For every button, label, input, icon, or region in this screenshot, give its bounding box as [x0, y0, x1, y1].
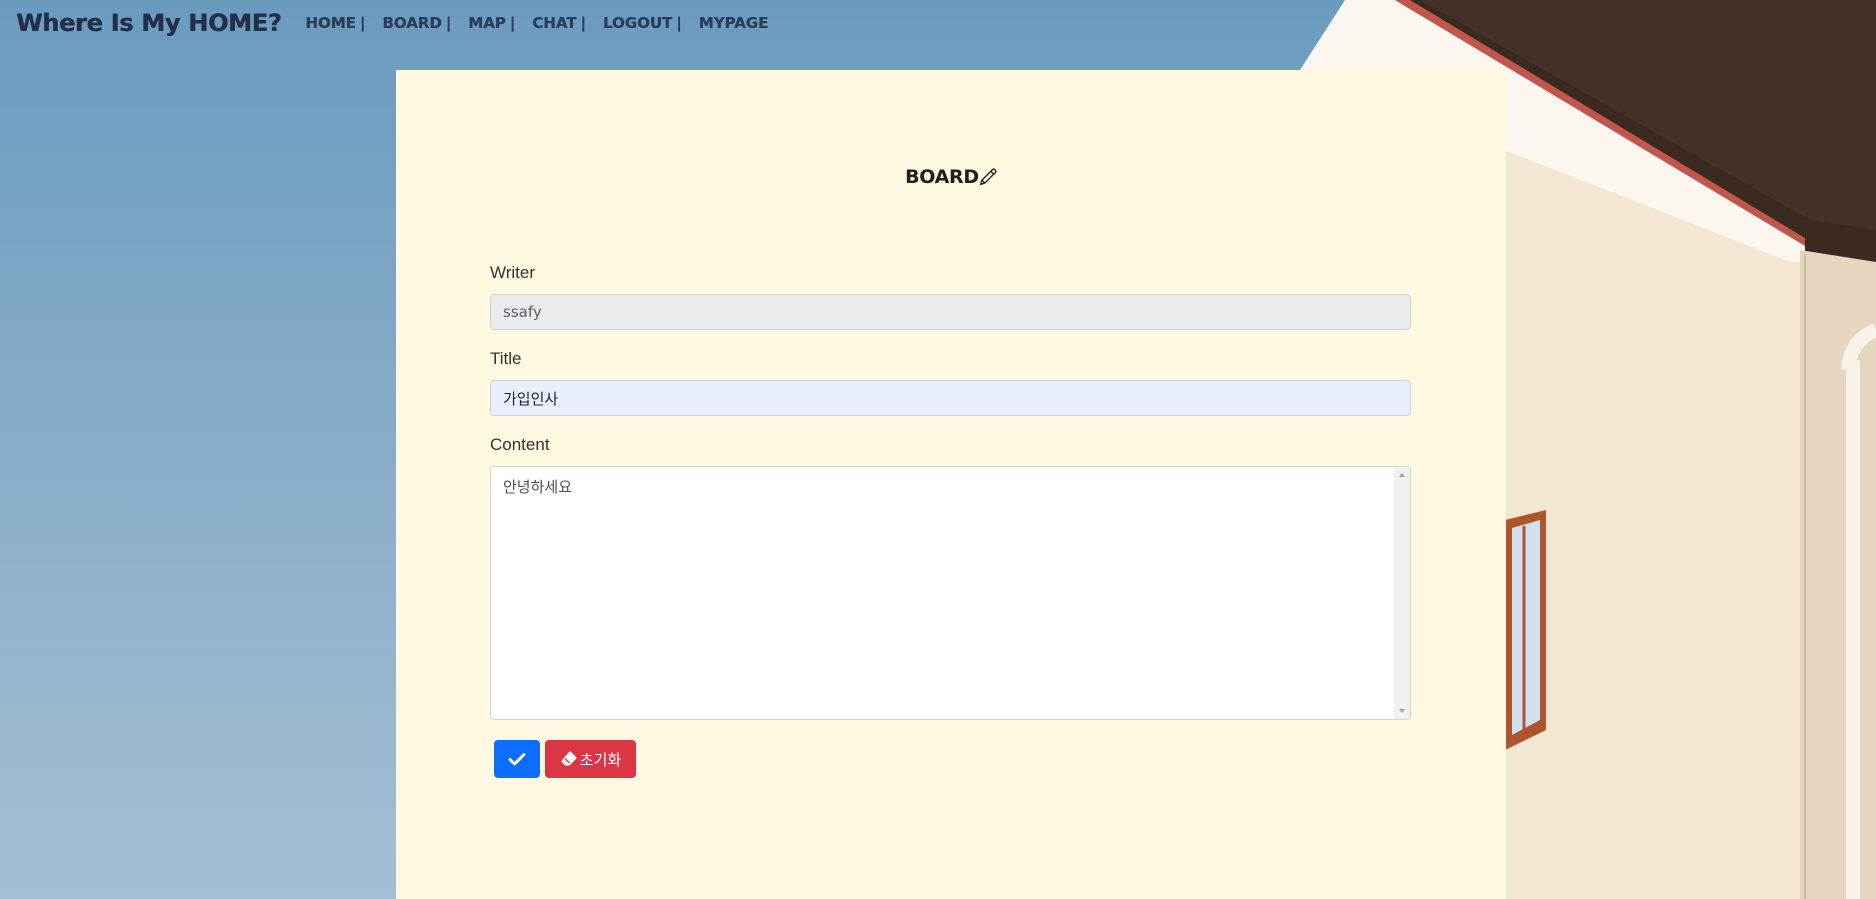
nav-home-link[interactable]: HOME | — [305, 14, 365, 32]
nav-separator: | — [676, 14, 682, 32]
reset-button[interactable]: 초기화 — [545, 740, 636, 778]
nav-mypage-link[interactable]: MYPAGE — [699, 14, 769, 32]
submit-button[interactable] — [494, 740, 540, 778]
title-field[interactable] — [490, 380, 1411, 416]
page-title: BOARD — [396, 166, 1506, 191]
check-icon — [507, 749, 527, 769]
content-scrollbar[interactable] — [1394, 467, 1410, 719]
nav-mypage-label: MYPAGE — [698, 14, 769, 32]
nav-logout-label: LOGOUT — [602, 14, 673, 32]
pencil-icon — [979, 168, 997, 191]
brand-logo-link[interactable]: Where Is My HOME? — [16, 9, 282, 37]
reset-button-label: 초기화 — [579, 750, 622, 769]
nav-separator: | — [580, 14, 586, 32]
writer-field[interactable] — [490, 294, 1411, 330]
nav-chat-link[interactable]: CHAT | — [532, 14, 586, 32]
nav-map-label: MAP — [468, 14, 506, 32]
top-navbar: Where Is My HOME? HOME | BOARD | MAP | CHAT… — [16, 9, 785, 37]
content-field[interactable]: 안녕하세요 — [490, 466, 1411, 720]
nav-chat-label: CHAT — [532, 14, 577, 32]
scroll-up-arrow[interactable] — [1399, 473, 1405, 477]
nav-separator: | — [445, 14, 452, 32]
writer-label: Writer — [490, 263, 536, 282]
content-label: Content — [490, 435, 550, 454]
nav-map-link[interactable]: MAP | — [468, 14, 515, 32]
nav-logout-link[interactable]: LOGOUT | — [603, 14, 682, 32]
scroll-down-arrow[interactable] — [1399, 709, 1405, 713]
nav-separator: | — [509, 14, 516, 32]
board-write-card: BOARD Writer Title Content 안녕하세요 초기화 — [396, 70, 1506, 899]
eraser-icon — [560, 750, 578, 768]
nav-home-label: HOME — [305, 14, 356, 32]
page-title-text: BOARD — [905, 166, 979, 188]
nav-separator: | — [359, 14, 366, 32]
content-field-wrapper: 안녕하세요 — [490, 466, 1411, 720]
title-label: Title — [490, 349, 522, 368]
nav-board-link[interactable]: BOARD | — [382, 14, 451, 32]
nav-board-label: BOARD — [382, 14, 442, 32]
